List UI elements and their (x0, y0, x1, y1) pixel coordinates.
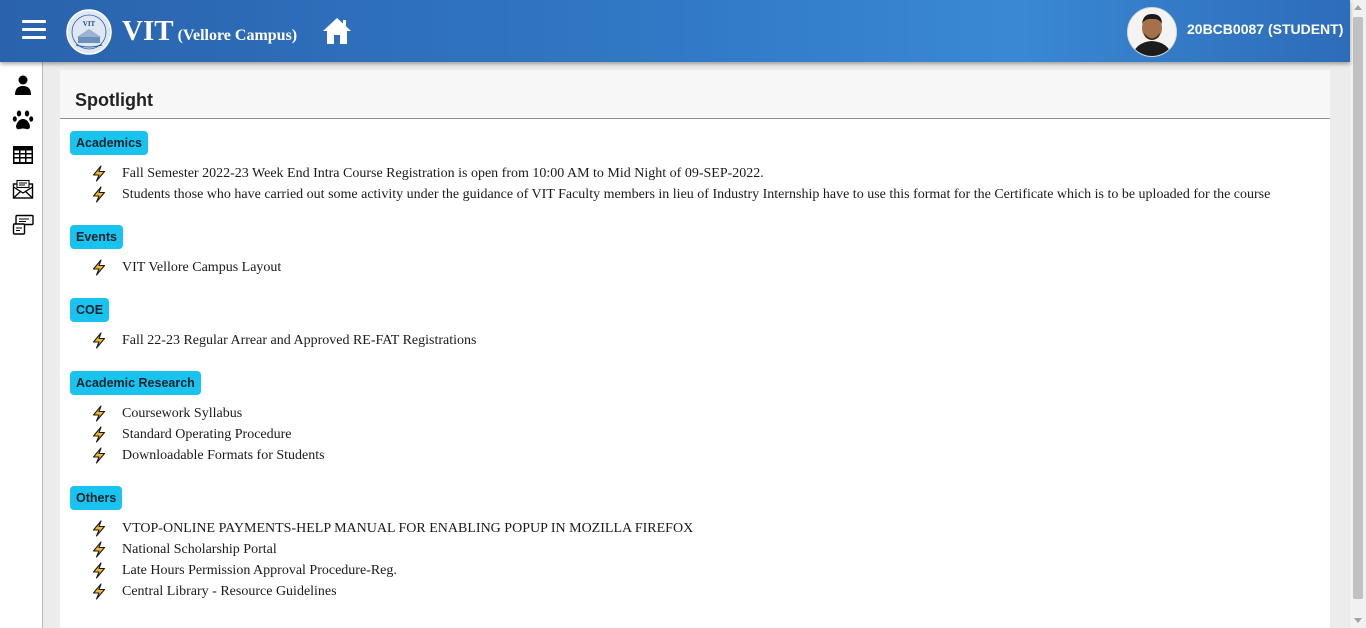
section-coe: COE Fall 22-23 Regular Arrear and Approv… (70, 298, 476, 351)
bolt-icon (92, 426, 106, 443)
list-item[interactable]: Fall 22-23 Regular Arrear and Approved R… (70, 330, 476, 351)
list-item[interactable]: National Scholarship Portal (70, 539, 277, 560)
list-item[interactable]: VIT Vellore Campus Layout (70, 257, 281, 278)
section-academic-research: Academic Research Coursework Syllabus St… (70, 371, 325, 466)
list-item[interactable]: Downloadable Formats for Students (70, 445, 325, 466)
spotlight-header: Spotlight (60, 70, 1330, 119)
list-item[interactable]: Students those who have carried out some… (70, 184, 1270, 205)
section-academics: Academics Fall Semester 2022-23 Week End… (70, 131, 1270, 205)
paw-icon[interactable] (12, 109, 34, 131)
bolt-icon (92, 165, 106, 182)
user-id-label[interactable]: 20BCB0087 (STUDENT) (1187, 21, 1343, 37)
section-badge: Academics (70, 131, 149, 155)
mail-icon[interactable] (12, 179, 34, 201)
bolt-icon (92, 186, 106, 203)
table-icon[interactable] (12, 144, 34, 166)
bolt-icon (92, 520, 106, 537)
section-badge: Others (70, 486, 123, 510)
list-item[interactable]: Coursework Syllabus (70, 403, 242, 424)
bolt-icon (92, 541, 106, 558)
list-item[interactable]: VTOP-ONLINE PAYMENTS-HELP MANUAL FOR ENA… (70, 518, 693, 539)
section-badge: Academic Research (70, 371, 201, 395)
bolt-icon (92, 259, 106, 276)
vit-logo: VIT (66, 9, 112, 55)
list-item[interactable]: Late Hours Permission Approval Procedure… (70, 560, 397, 581)
svg-text:VIT: VIT (83, 20, 96, 28)
section-others: Others VTOP-ONLINE PAYMENTS-HELP MANUAL … (70, 486, 693, 602)
section-events: Events VIT Vellore Campus Layout (70, 225, 281, 278)
vertical-scrollbar[interactable] (1350, 0, 1366, 628)
avatar[interactable] (1127, 7, 1177, 57)
list-item[interactable]: Fall Semester 2022-23 Week End Intra Cou… (70, 163, 764, 184)
scroll-up-arrow-icon[interactable] (1354, 5, 1362, 10)
bolt-icon (92, 562, 106, 579)
brand-subtitle: (Vellore Campus) (177, 27, 298, 44)
sidebar (0, 62, 43, 628)
list-item[interactable]: Standard Operating Procedure (70, 424, 292, 445)
chat-icon[interactable] (12, 214, 34, 236)
page-title: Spotlight (75, 90, 153, 110)
bolt-icon (92, 332, 106, 349)
list-item[interactable]: Central Library - Resource Guidelines (70, 581, 337, 602)
profile-icon[interactable] (12, 74, 34, 96)
section-badge: Events (70, 225, 123, 249)
section-badge: COE (70, 298, 110, 322)
bolt-icon (92, 405, 106, 422)
menu-toggle-icon[interactable] (22, 20, 46, 40)
scroll-down-arrow-icon[interactable] (1354, 618, 1362, 623)
bolt-icon (92, 583, 106, 600)
top-navbar: VIT VIT (Vellore Campus) 20BCB0087 (STUDE… (0, 0, 1350, 62)
bolt-icon (92, 447, 106, 464)
scrollbar-thumb[interactable] (1353, 17, 1363, 599)
brand-title: VIT (Vellore Campus) (122, 15, 298, 47)
home-icon[interactable] (321, 15, 353, 47)
spotlight-panel: Spotlight Academics Fall Semester 2022-2… (60, 70, 1330, 628)
